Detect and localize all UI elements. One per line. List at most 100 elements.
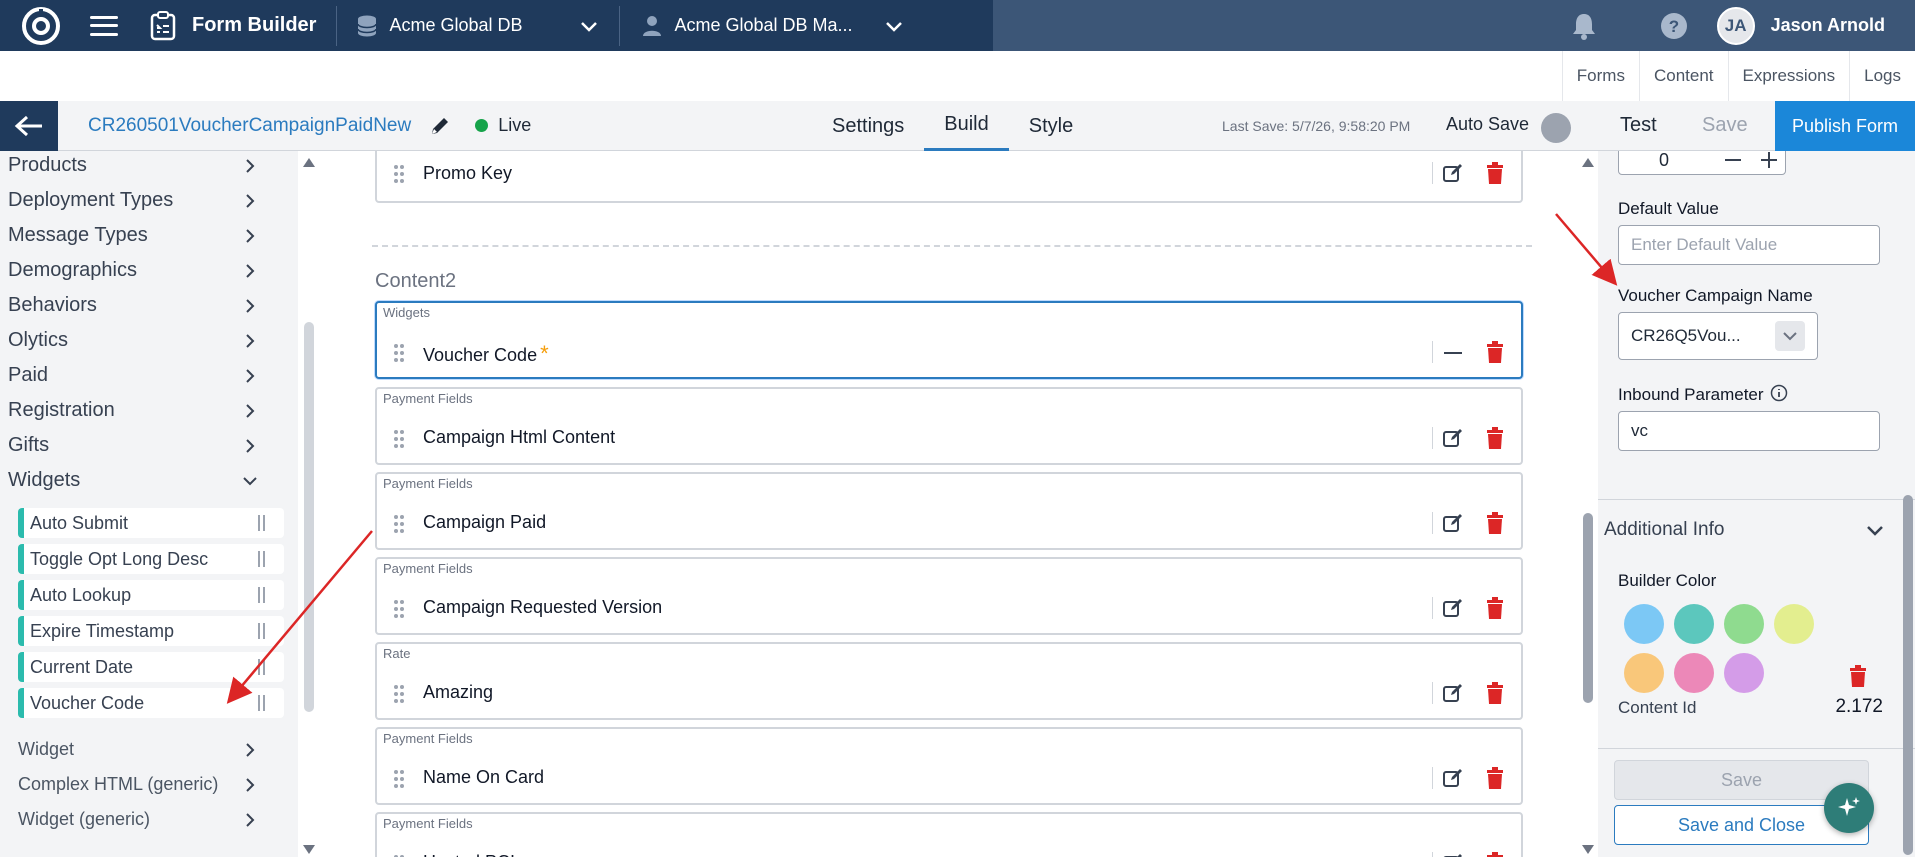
panel-scrollbar[interactable] (1903, 495, 1913, 855)
save-button[interactable]: Save (1702, 114, 1748, 137)
edit-icon[interactable] (1443, 513, 1463, 533)
edit-icon[interactable] (1443, 768, 1463, 788)
app-logo-icon[interactable] (20, 5, 62, 47)
database-select[interactable]: Acme Global DB (389, 15, 599, 36)
trash-icon[interactable] (1485, 341, 1505, 363)
category-registration[interactable]: Registration (0, 393, 298, 428)
hamburger-menu-icon[interactable] (90, 12, 118, 40)
additional-info-header[interactable]: Additional Info (1598, 499, 1915, 559)
trash-icon[interactable] (1485, 767, 1505, 789)
category-demographics[interactable]: Demographics (0, 253, 298, 288)
trash-icon[interactable] (1485, 162, 1505, 184)
category-deployment-types[interactable]: Deployment Types (0, 183, 298, 218)
pencil-icon[interactable] (429, 115, 451, 137)
form-field-voucher-code[interactable]: Widgets Voucher Code * (375, 301, 1523, 379)
widget-voucher-code[interactable]: Voucher Code (18, 688, 284, 718)
collapse-icon[interactable] (1443, 343, 1463, 363)
form-field-promo-key[interactable]: Promo Key (375, 151, 1523, 203)
edit-icon[interactable] (1443, 163, 1463, 183)
drag-handle-icon[interactable] (258, 515, 268, 531)
inbound-parameter-input[interactable]: vc (1618, 411, 1880, 451)
avatar[interactable]: JA (1716, 6, 1755, 45)
category-complex-html[interactable]: Complex HTML (generic) (0, 767, 298, 802)
form-field[interactable]: Payment Fields Hosted PCI (375, 812, 1523, 857)
publish-form-button[interactable]: Publish Form (1775, 101, 1915, 151)
tab-build[interactable]: Build (924, 101, 1009, 151)
drag-handle-icon[interactable] (392, 684, 406, 704)
sidebar-scrollbar[interactable] (304, 322, 314, 712)
ai-assistant-button[interactable] (1824, 783, 1874, 833)
back-button[interactable] (0, 100, 58, 151)
plus-icon[interactable] (1759, 151, 1779, 170)
nav-logs[interactable]: Logs (1849, 51, 1915, 101)
color-swatch[interactable] (1724, 653, 1764, 693)
info-icon[interactable] (1770, 384, 1788, 402)
widget-auto-lookup[interactable]: Auto Lookup (18, 580, 284, 610)
trash-icon[interactable] (1485, 852, 1505, 857)
edit-icon[interactable] (1443, 428, 1463, 448)
drag-handle-icon[interactable] (392, 343, 406, 363)
trash-icon[interactable] (1848, 665, 1868, 687)
color-swatch[interactable] (1624, 653, 1664, 693)
category-behaviors[interactable]: Behaviors (0, 288, 298, 323)
color-swatch[interactable] (1774, 604, 1814, 644)
trash-icon[interactable] (1485, 597, 1505, 619)
color-swatch[interactable] (1674, 653, 1714, 693)
drag-handle-icon[interactable] (392, 429, 406, 449)
form-field[interactable]: Payment Fields Campaign Requested Version (375, 557, 1523, 635)
drag-handle-icon[interactable] (258, 695, 268, 711)
test-button[interactable]: Test (1620, 114, 1657, 137)
category-message-types[interactable]: Message Types (0, 218, 298, 253)
drag-handle-icon[interactable] (258, 659, 268, 675)
form-field[interactable]: Rate Amazing (375, 642, 1523, 720)
user-name[interactable]: Jason Arnold (1771, 15, 1885, 36)
database-manager-select[interactable]: Acme Global DB Ma... (674, 15, 904, 36)
color-swatch[interactable] (1624, 604, 1664, 644)
nav-expressions[interactable]: Expressions (1727, 51, 1850, 101)
number-stepper[interactable]: 0 (1618, 151, 1786, 175)
form-field[interactable]: Payment Fields Name On Card (375, 727, 1523, 805)
drag-handle-icon[interactable] (392, 164, 406, 184)
scroll-up-arrow-icon[interactable] (1582, 158, 1594, 167)
trash-icon[interactable] (1485, 427, 1505, 449)
drag-handle-icon[interactable] (258, 587, 268, 603)
trash-icon[interactable] (1485, 512, 1505, 534)
drag-handle-icon[interactable] (258, 623, 268, 639)
auto-save-toggle[interactable] (1536, 111, 1572, 143)
help-icon[interactable]: ? (1659, 11, 1689, 41)
edit-icon[interactable] (1443, 853, 1463, 857)
drag-handle-icon[interactable] (392, 514, 406, 534)
drag-handle-icon[interactable] (258, 551, 268, 567)
voucher-campaign-select[interactable]: CR26Q5Vou... (1618, 312, 1818, 360)
nav-forms[interactable]: Forms (1561, 51, 1639, 101)
widget-toggle-opt-long-desc[interactable]: Toggle Opt Long Desc (18, 544, 284, 574)
minus-icon[interactable] (1723, 151, 1743, 170)
trash-icon[interactable] (1485, 682, 1505, 704)
category-olytics[interactable]: Olytics (0, 323, 298, 358)
category-products[interactable]: Products (0, 151, 298, 183)
category-paid[interactable]: Paid (0, 358, 298, 393)
widget-current-date[interactable]: Current Date (18, 652, 284, 682)
scroll-up-arrow-icon[interactable] (303, 158, 315, 167)
tab-settings[interactable]: Settings (812, 101, 924, 151)
scroll-down-arrow-icon[interactable] (303, 845, 315, 854)
category-widgets[interactable]: Widgets (0, 463, 298, 498)
category-widget-generic[interactable]: Widget (generic) (0, 802, 298, 837)
bell-icon[interactable] (1569, 11, 1599, 41)
color-swatch[interactable] (1724, 604, 1764, 644)
widget-auto-submit[interactable]: Auto Submit (18, 508, 284, 538)
default-value-input[interactable]: Enter Default Value (1618, 225, 1880, 265)
category-widget[interactable]: Widget (0, 732, 298, 767)
drag-handle-icon[interactable] (392, 769, 406, 789)
nav-content[interactable]: Content (1638, 51, 1728, 101)
tab-style[interactable]: Style (1009, 101, 1093, 151)
category-gifts[interactable]: Gifts (0, 428, 298, 463)
edit-icon[interactable] (1443, 683, 1463, 703)
widget-expire-timestamp[interactable]: Expire Timestamp (18, 616, 284, 646)
canvas-scrollbar[interactable] (1583, 513, 1593, 703)
scroll-down-arrow-icon[interactable] (1582, 845, 1594, 854)
form-field[interactable]: Payment Fields Campaign Paid (375, 472, 1523, 550)
form-field[interactable]: Payment Fields Campaign Html Content (375, 387, 1523, 465)
color-swatch[interactable] (1674, 604, 1714, 644)
edit-icon[interactable] (1443, 598, 1463, 618)
